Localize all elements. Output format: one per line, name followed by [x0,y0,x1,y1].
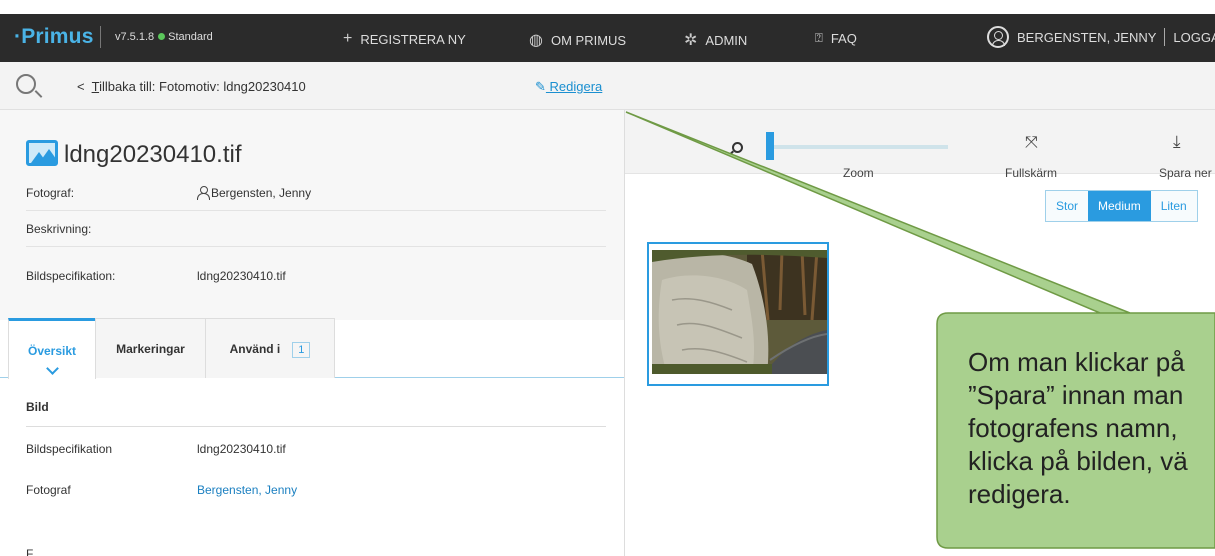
version-info: v7.5.1.8 Standard [115,31,213,43]
meta-row-description: Beskrivning: [26,211,606,247]
about-primus-link[interactable]: ◍ OM PRIMUS [529,30,626,50]
edit-link[interactable]: ✎ Redigera [535,79,602,95]
person-icon [197,186,210,201]
user-avatar-icon [987,26,1009,48]
image-file-icon [26,140,58,166]
fullscreen-button[interactable]: Fullskärm [1005,166,1057,180]
image-thumbnail[interactable] [647,242,829,386]
globe-icon: ◍ [529,32,543,49]
photographer-value[interactable]: Bergensten, Jenny [197,186,312,201]
tab-used-in[interactable]: Använd i 1 [205,318,335,378]
tab-markings[interactable]: Markeringar [95,318,206,378]
primus-logo[interactable]: ·Primus [14,25,94,49]
admin-link[interactable]: ✲ ADMIN [684,30,747,50]
callout-line: klicka på bilden, vä [968,446,1188,476]
size-button-medium[interactable]: Medium [1088,191,1151,221]
size-button-small[interactable]: Liten [1150,191,1197,221]
record-header: ldng20230410.tif Fotograf: Bergensten, J… [0,110,624,320]
chevron-down-icon [45,362,59,375]
version-number: v7.5.1.8 [115,31,155,43]
admin-label: ADMIN [705,32,748,48]
back-link-accesskey: T [91,79,100,94]
status-dot-icon [158,32,166,40]
zoom-slider-handle[interactable] [766,132,774,160]
user-menu[interactable]: BERGENSTEN, JENNY LOGGA [987,26,1215,48]
zoom-slider-track[interactable] [768,145,948,149]
meta-row-image-spec: Bildspecifikation: ldng20230410.tif [26,258,606,294]
meta-label: Fotograf: [26,186,75,200]
breadcrumb-bar: < Tillbaka till: Fotomotiv: ldng20230410… [0,62,1215,110]
search-icon[interactable] [16,74,36,94]
size-selector: Stor Medium Liten [1045,190,1198,222]
tab-markings-label: Markeringar [116,342,185,356]
top-navigation: ·Primus v7.5.1.8 Standard + REGISTRERA NY… [0,14,1215,62]
tab-overview-label: Översikt [27,344,77,358]
record-title: ldng20230410.tif [64,141,242,168]
truncated-label: F [26,547,34,556]
meta-row-photographer: Fotograf: Bergensten, Jenny [26,175,606,211]
logo-divider [100,26,101,48]
fullscreen-icon[interactable]: ⤧ [1025,134,1038,152]
rock-carving-photo [652,250,827,374]
tab-used-in-label: Använd i [229,342,281,356]
download-button[interactable]: Spara ner [1159,166,1212,180]
section-title-image: Bild [26,400,606,427]
meta-label: Bildspecifikation: [26,269,116,283]
used-in-count-badge: 1 [292,342,311,358]
photographer-name: Bergensten, Jenny [211,186,312,200]
register-new-label: REGISTRERA NY [360,31,466,47]
callout-line: redigera. [968,479,1071,509]
callout-text: Om man klickar på ”Spara” innan man foto… [968,346,1188,511]
user-name: BERGENSTEN, JENNY [1017,29,1157,45]
user-divider [1164,28,1166,46]
detail-row-photographer: Fotograf Bergensten, Jenny [26,483,297,497]
edit-label: Redigera [549,79,603,94]
detail-label: Bildspecifikation [26,442,113,456]
record-panel: ldng20230410.tif Fotograf: Bergensten, J… [0,110,624,556]
logout-link[interactable]: LOGGA [1173,30,1215,45]
viewer-toolbar: ⤧ ⤓ [625,110,1215,174]
gear-icon: ✲ [684,32,698,49]
photographer-link[interactable]: Bergensten, Jenny [197,483,297,497]
detail-label: Fotograf [26,483,71,497]
plus-icon: + [343,30,353,47]
download-icon[interactable]: ⤓ [1173,132,1181,152]
zoom-label: Zoom [843,166,874,180]
pencil-icon: ✎ [535,79,546,94]
callout-line: ”Spara” innan man [968,380,1184,410]
size-button-large[interactable]: Stor [1046,191,1089,221]
faq-label: FAQ [830,30,857,46]
back-link-label: illbaka till: Fotomotiv: ldng20230410 [99,79,306,94]
tab-overview[interactable]: Översikt [8,318,96,379]
callout-line: Om man klickar på [968,347,1185,377]
faq-link[interactable]: ⍰ FAQ [815,30,857,46]
meta-label: Beskrivning: [26,222,92,236]
help-icon: ⍰ [815,30,823,45]
back-link[interactable]: < Tillbaka till: Fotomotiv: ldng20230410 [77,79,306,94]
zoom-icon [732,142,743,153]
image-spec-value: ldng20230410.tif [197,269,286,283]
detail-value: ldng20230410.tif [197,442,286,456]
edition-label: Standard [168,31,213,43]
register-new-link[interactable]: + REGISTRERA NY [343,30,466,48]
callout-line: fotografens namn, [968,413,1178,443]
chevron-left-icon: < [77,79,85,94]
about-primus-label: OM PRIMUS [550,32,627,48]
detail-row-image-spec: Bildspecifikation ldng20230410.tif [26,442,286,456]
record-tabs: Översikt Markeringar Använd i 1 [0,318,624,379]
